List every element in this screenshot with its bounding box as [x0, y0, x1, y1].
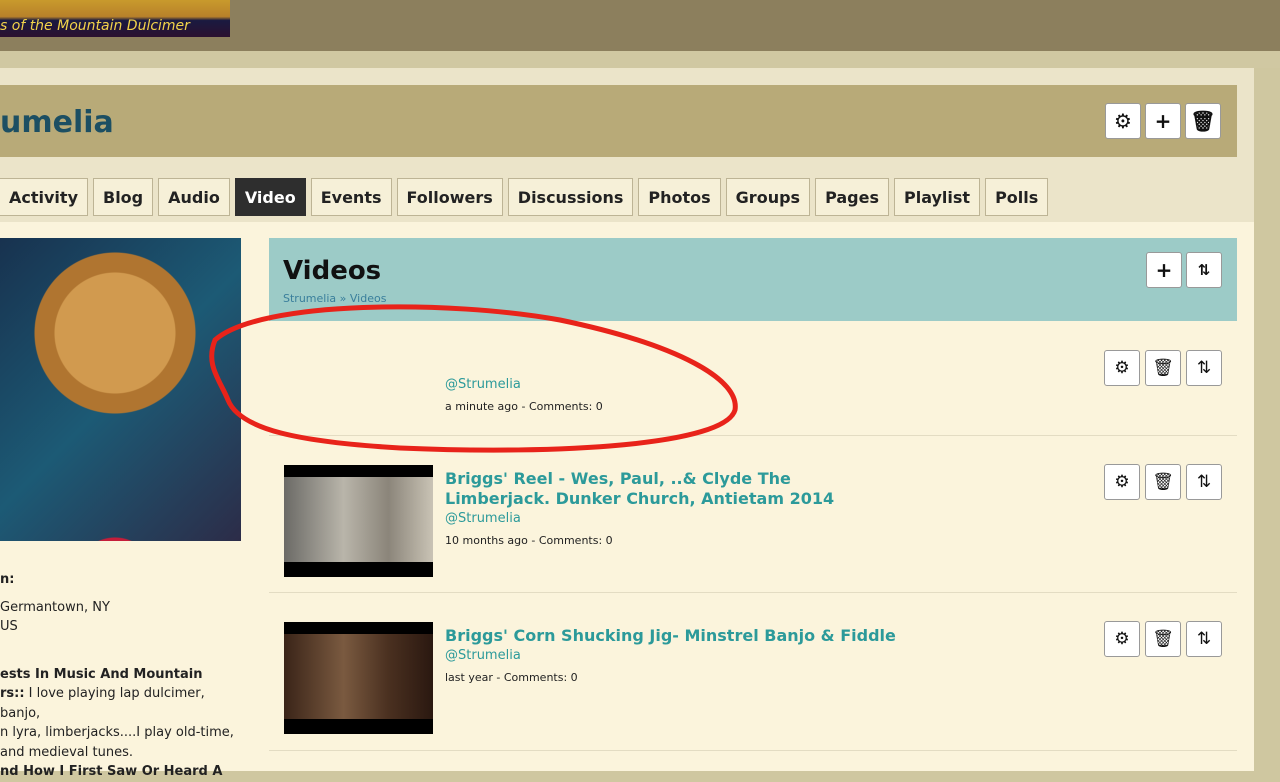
tab-followers[interactable]: Followers — [396, 178, 503, 216]
videos-title: Videos — [283, 256, 382, 286]
video-user[interactable]: @Strumelia — [445, 648, 521, 663]
location-label: n: — [0, 572, 15, 587]
tab-audio[interactable]: Audio — [158, 178, 230, 216]
video-item: Briggs' Reel - Wes, Paul, ..& Clyde The … — [269, 436, 1237, 593]
delete-button[interactable]: 🗑 — [1185, 103, 1221, 139]
profile-tabs: Activity Blog Audio Video Events Followers Dis… — [0, 178, 1049, 216]
options-button[interactable]: ⇅ — [1186, 350, 1222, 386]
location-country: US — [0, 619, 18, 634]
options-button[interactable]: ⇅ — [1186, 464, 1222, 500]
video-title[interactable]: Briggs' Corn Shucking Jig- Minstrel Banj… — [445, 626, 1005, 646]
video-item: Briggs' Corn Shucking Jig- Minstrel Banj… — [269, 593, 1237, 751]
breadcrumb-separator: » — [336, 292, 350, 305]
interests-text-2: n lyra, limberjacks....I play old-time, — [0, 725, 234, 740]
delete-button[interactable]: 🗑 — [1145, 621, 1181, 657]
video-user[interactable]: @Strumelia — [445, 511, 521, 526]
breadcrumb: Strumelia » Videos — [283, 292, 386, 305]
sort-button[interactable]: ⇅ — [1186, 252, 1222, 288]
tab-events[interactable]: Events — [310, 178, 392, 216]
tab-video[interactable]: Video — [234, 178, 306, 216]
profile-info: n: Germantown, NY US ests In Music And M… — [0, 570, 245, 782]
video-meta: a minute ago - Comments: 0 — [445, 400, 603, 413]
plus-icon: + — [1154, 109, 1172, 133]
site-logo[interactable]: s of the Mountain Dulcimer — [0, 0, 230, 37]
tab-polls[interactable]: Polls — [985, 178, 1049, 216]
header-band — [0, 51, 1280, 68]
profile-header: umelia ⚙ + 🗑 — [0, 85, 1237, 157]
logo-text: s of the Mountain Dulcimer — [0, 18, 190, 34]
gear-icon: ⚙ — [1114, 358, 1130, 378]
tab-playlist[interactable]: Playlist — [893, 178, 981, 216]
interests-text-3: and medieval tunes. — [0, 744, 133, 760]
profile-name: umelia — [0, 105, 114, 140]
video-title[interactable]: Briggs' Reel - Wes, Paul, ..& Clyde The … — [445, 469, 865, 509]
video-thumbnail[interactable] — [284, 465, 433, 577]
breadcrumb-current[interactable]: Videos — [350, 292, 387, 305]
settings-button[interactable]: ⚙ — [1104, 621, 1140, 657]
breadcrumb-parent[interactable]: Strumelia — [283, 292, 336, 305]
trash-icon: 🗑 — [1152, 358, 1174, 378]
delete-button[interactable]: 🗑 — [1145, 350, 1181, 386]
video-item: @Strumelia a minute ago - Comments: 0 ⚙ … — [269, 321, 1237, 436]
tab-photos[interactable]: Photos — [638, 178, 721, 216]
tab-blog[interactable]: Blog — [93, 178, 154, 216]
tab-discussions[interactable]: Discussions — [507, 178, 634, 216]
settings-button[interactable]: ⚙ — [1104, 464, 1140, 500]
trash-icon: 🗑 — [1152, 629, 1174, 649]
add-button[interactable]: + — [1145, 103, 1181, 139]
videos-header: Videos Strumelia » Videos + ⇅ — [269, 238, 1237, 321]
settings-button[interactable]: ⚙ — [1105, 103, 1141, 139]
video-meta: last year - Comments: 0 — [445, 671, 578, 684]
tab-pages[interactable]: Pages — [815, 178, 889, 216]
settings-button[interactable]: ⚙ — [1104, 350, 1140, 386]
sliders-icon: ⇅ — [1197, 261, 1211, 279]
gear-icon: ⚙ — [1114, 472, 1130, 492]
sliders-icon: ⇅ — [1196, 358, 1212, 378]
video-thumbnail[interactable] — [284, 622, 433, 734]
sliders-icon: ⇅ — [1196, 472, 1212, 492]
delete-button[interactable]: 🗑 — [1145, 464, 1181, 500]
tab-activity[interactable]: Activity — [0, 178, 88, 216]
how-label: nd How I First Saw Or Heard A — [0, 764, 223, 779]
trash-icon: 🗑 — [1152, 472, 1174, 492]
tab-groups[interactable]: Groups — [725, 178, 811, 216]
gear-icon: ⚙ — [1114, 629, 1130, 649]
profile-avatar[interactable] — [0, 238, 241, 541]
interests-label-end: rs:: — [0, 686, 25, 701]
sliders-icon: ⇅ — [1196, 629, 1212, 649]
plus-icon: + — [1155, 258, 1173, 282]
location-city: Germantown, NY — [0, 599, 110, 615]
site-header: s of the Mountain Dulcimer — [0, 0, 1280, 51]
options-button[interactable]: ⇅ — [1186, 621, 1222, 657]
interests-label: ests In Music And Mountain — [0, 666, 203, 682]
add-video-button[interactable]: + — [1146, 252, 1182, 288]
video-user[interactable]: @Strumelia — [445, 377, 521, 392]
video-meta: 10 months ago - Comments: 0 — [445, 534, 613, 547]
gear-icon: ⚙ — [1114, 109, 1132, 133]
trash-icon: 🗑 — [1190, 109, 1216, 133]
interests-text: I love playing lap dulcimer, banjo, — [0, 686, 205, 721]
